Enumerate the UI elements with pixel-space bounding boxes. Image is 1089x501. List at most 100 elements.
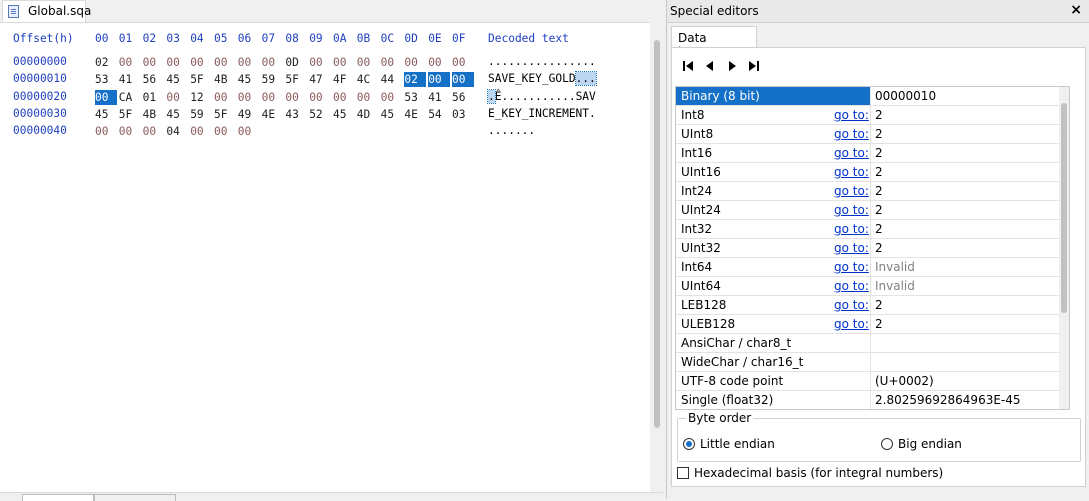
- first-icon[interactable]: [680, 58, 696, 74]
- hex-byte[interactable]: 00: [428, 55, 450, 70]
- scrollbar-thumb[interactable]: [1061, 103, 1067, 313]
- hex-byte[interactable]: 5F: [119, 107, 141, 122]
- hex-byte[interactable]: 00: [238, 90, 260, 105]
- goto-link[interactable]: go to:: [834, 203, 869, 217]
- hex-byte[interactable]: 00: [238, 124, 260, 139]
- goto-link[interactable]: go to:: [834, 184, 869, 198]
- hex-byte[interactable]: 45: [166, 72, 188, 87]
- inspector-value[interactable]: 2: [875, 184, 883, 198]
- hex-byte[interactable]: 4B: [143, 107, 165, 122]
- hex-byte[interactable]: 00: [357, 55, 379, 70]
- hex-byte[interactable]: 00: [119, 55, 141, 70]
- bottom-tab[interactable]: [22, 494, 94, 501]
- hex-byte[interactable]: 00: [166, 55, 188, 70]
- decoded-text[interactable]: E_KEY_INCREMENT.: [488, 107, 596, 120]
- hex-byte[interactable]: 4E: [262, 107, 284, 122]
- hex-byte[interactable]: 00: [452, 55, 474, 70]
- hex-byte[interactable]: 00: [285, 90, 307, 105]
- hex-byte[interactable]: 4D: [357, 107, 379, 122]
- hex-byte[interactable]: 41: [119, 72, 141, 87]
- inspector-value[interactable]: (U+0002): [875, 374, 934, 388]
- inspector-row[interactable]: UInt8 go to: 2: [676, 125, 1069, 144]
- hex-byte[interactable]: 59: [190, 107, 212, 122]
- hex-byte[interactable]: 00: [262, 55, 284, 70]
- inspector-value[interactable]: 2: [875, 165, 883, 179]
- goto-link[interactable]: go to:: [834, 279, 869, 293]
- hex-byte[interactable]: 00: [238, 55, 260, 70]
- next-icon[interactable]: [724, 58, 740, 74]
- hex-byte[interactable]: 03: [452, 107, 474, 122]
- hex-byte[interactable]: 00: [452, 72, 474, 88]
- hex-byte[interactable]: 00: [214, 90, 236, 105]
- hex-byte[interactable]: 5F: [190, 72, 212, 87]
- hex-byte[interactable]: 00: [262, 90, 284, 105]
- hex-byte[interactable]: 47: [309, 72, 331, 87]
- inspector-row[interactable]: UInt64 go to: Invalid: [676, 277, 1069, 296]
- hex-byte[interactable]: 01: [143, 90, 165, 105]
- goto-link[interactable]: go to:: [834, 317, 869, 331]
- goto-link[interactable]: go to:: [834, 260, 869, 274]
- inspector-value[interactable]: Invalid: [875, 260, 915, 274]
- hex-byte[interactable]: 44: [381, 72, 403, 87]
- goto-link[interactable]: go to:: [834, 298, 869, 312]
- hex-byte[interactable]: 4F: [333, 72, 355, 87]
- inspector-value[interactable]: 2: [875, 146, 883, 160]
- hex-byte[interactable]: 59: [262, 72, 284, 87]
- inspector-value[interactable]: 2: [875, 108, 883, 122]
- hex-byte[interactable]: 53: [404, 90, 426, 105]
- goto-link[interactable]: go to:: [834, 127, 869, 141]
- hex-byte[interactable]: 00: [214, 124, 236, 139]
- hex-byte[interactable]: 00: [381, 90, 403, 105]
- last-icon[interactable]: [746, 58, 762, 74]
- hex-byte[interactable]: 12: [190, 90, 212, 105]
- inspector-value[interactable]: 2: [875, 203, 883, 217]
- file-tab[interactable]: Global.sqa: [2, 0, 91, 22]
- inspector-value[interactable]: 2: [875, 298, 883, 312]
- hex-byte[interactable]: 00: [143, 124, 165, 139]
- inspector-value[interactable]: 00000010: [875, 89, 936, 103]
- inspector-row[interactable]: LEB128 go to: 2: [676, 296, 1069, 315]
- inspector-row[interactable]: Int24 go to: 2: [676, 182, 1069, 201]
- close-icon[interactable]: ×: [1070, 2, 1082, 18]
- hex-byte[interactable]: 00: [428, 72, 451, 88]
- hex-byte[interactable]: 00: [190, 124, 212, 139]
- goto-link[interactable]: go to:: [834, 222, 869, 236]
- previous-icon[interactable]: [702, 58, 718, 74]
- tab-data-inspector[interactable]: Data inspector: [671, 26, 757, 59]
- hex-byte[interactable]: CA: [119, 90, 141, 105]
- inspector-row[interactable]: Binary (8 bit) 00000010: [676, 87, 1069, 106]
- inspector-row[interactable]: UInt32 go to: 2: [676, 239, 1069, 258]
- hex-byte[interactable]: 5F: [285, 72, 307, 87]
- hex-byte[interactable]: 00: [214, 55, 236, 70]
- inspector-row[interactable]: Int32 go to: 2: [676, 220, 1069, 239]
- inspector-row[interactable]: AnsiChar / char8_t: [676, 334, 1069, 353]
- hex-byte[interactable]: 00: [357, 90, 379, 105]
- hex-byte[interactable]: 02: [95, 55, 117, 70]
- inspector-row[interactable]: UInt16 go to: 2: [676, 163, 1069, 182]
- hex-byte[interactable]: 00: [166, 90, 188, 105]
- decoded-text[interactable]: .Ê...........SAV: [487, 88, 596, 104]
- hex-byte[interactable]: 54: [428, 107, 450, 122]
- hex-byte[interactable]: 56: [143, 72, 165, 87]
- hex-byte[interactable]: 00: [95, 89, 117, 105]
- hex-byte[interactable]: 00: [381, 55, 403, 70]
- hex-byte[interactable]: 00: [333, 90, 355, 105]
- goto-link[interactable]: go to:: [834, 241, 869, 255]
- inspector-row[interactable]: UInt24 go to: 2: [676, 201, 1069, 220]
- hex-byte[interactable]: 52: [309, 107, 331, 122]
- inspector-row[interactable]: Int64 go to: Invalid: [676, 258, 1069, 277]
- inspector-grid[interactable]: Binary (8 bit) 00000010 Int8 go to: 2 UInt8 go…: [675, 86, 1070, 410]
- inspector-row[interactable]: ULEB128 go to: 2: [676, 315, 1069, 334]
- hex-byte[interactable]: 45: [238, 72, 260, 87]
- hex-byte[interactable]: 4B: [214, 72, 236, 87]
- hex-byte[interactable]: 45: [333, 107, 355, 122]
- goto-link[interactable]: go to:: [834, 146, 869, 160]
- decoded-text[interactable]: SAVE_KEY_GOLD...: [488, 71, 597, 87]
- inspector-row[interactable]: UTF-8 code point (U+0002): [676, 372, 1069, 391]
- inspector-value[interactable]: 2: [875, 317, 883, 331]
- hex-byte[interactable]: 00: [309, 90, 331, 105]
- hex-byte[interactable]: 0D: [285, 55, 307, 70]
- inspector-row[interactable]: Int8 go to: 2: [676, 106, 1069, 125]
- hex-byte[interactable]: 02: [404, 72, 427, 88]
- hex-byte[interactable]: 00: [404, 55, 426, 70]
